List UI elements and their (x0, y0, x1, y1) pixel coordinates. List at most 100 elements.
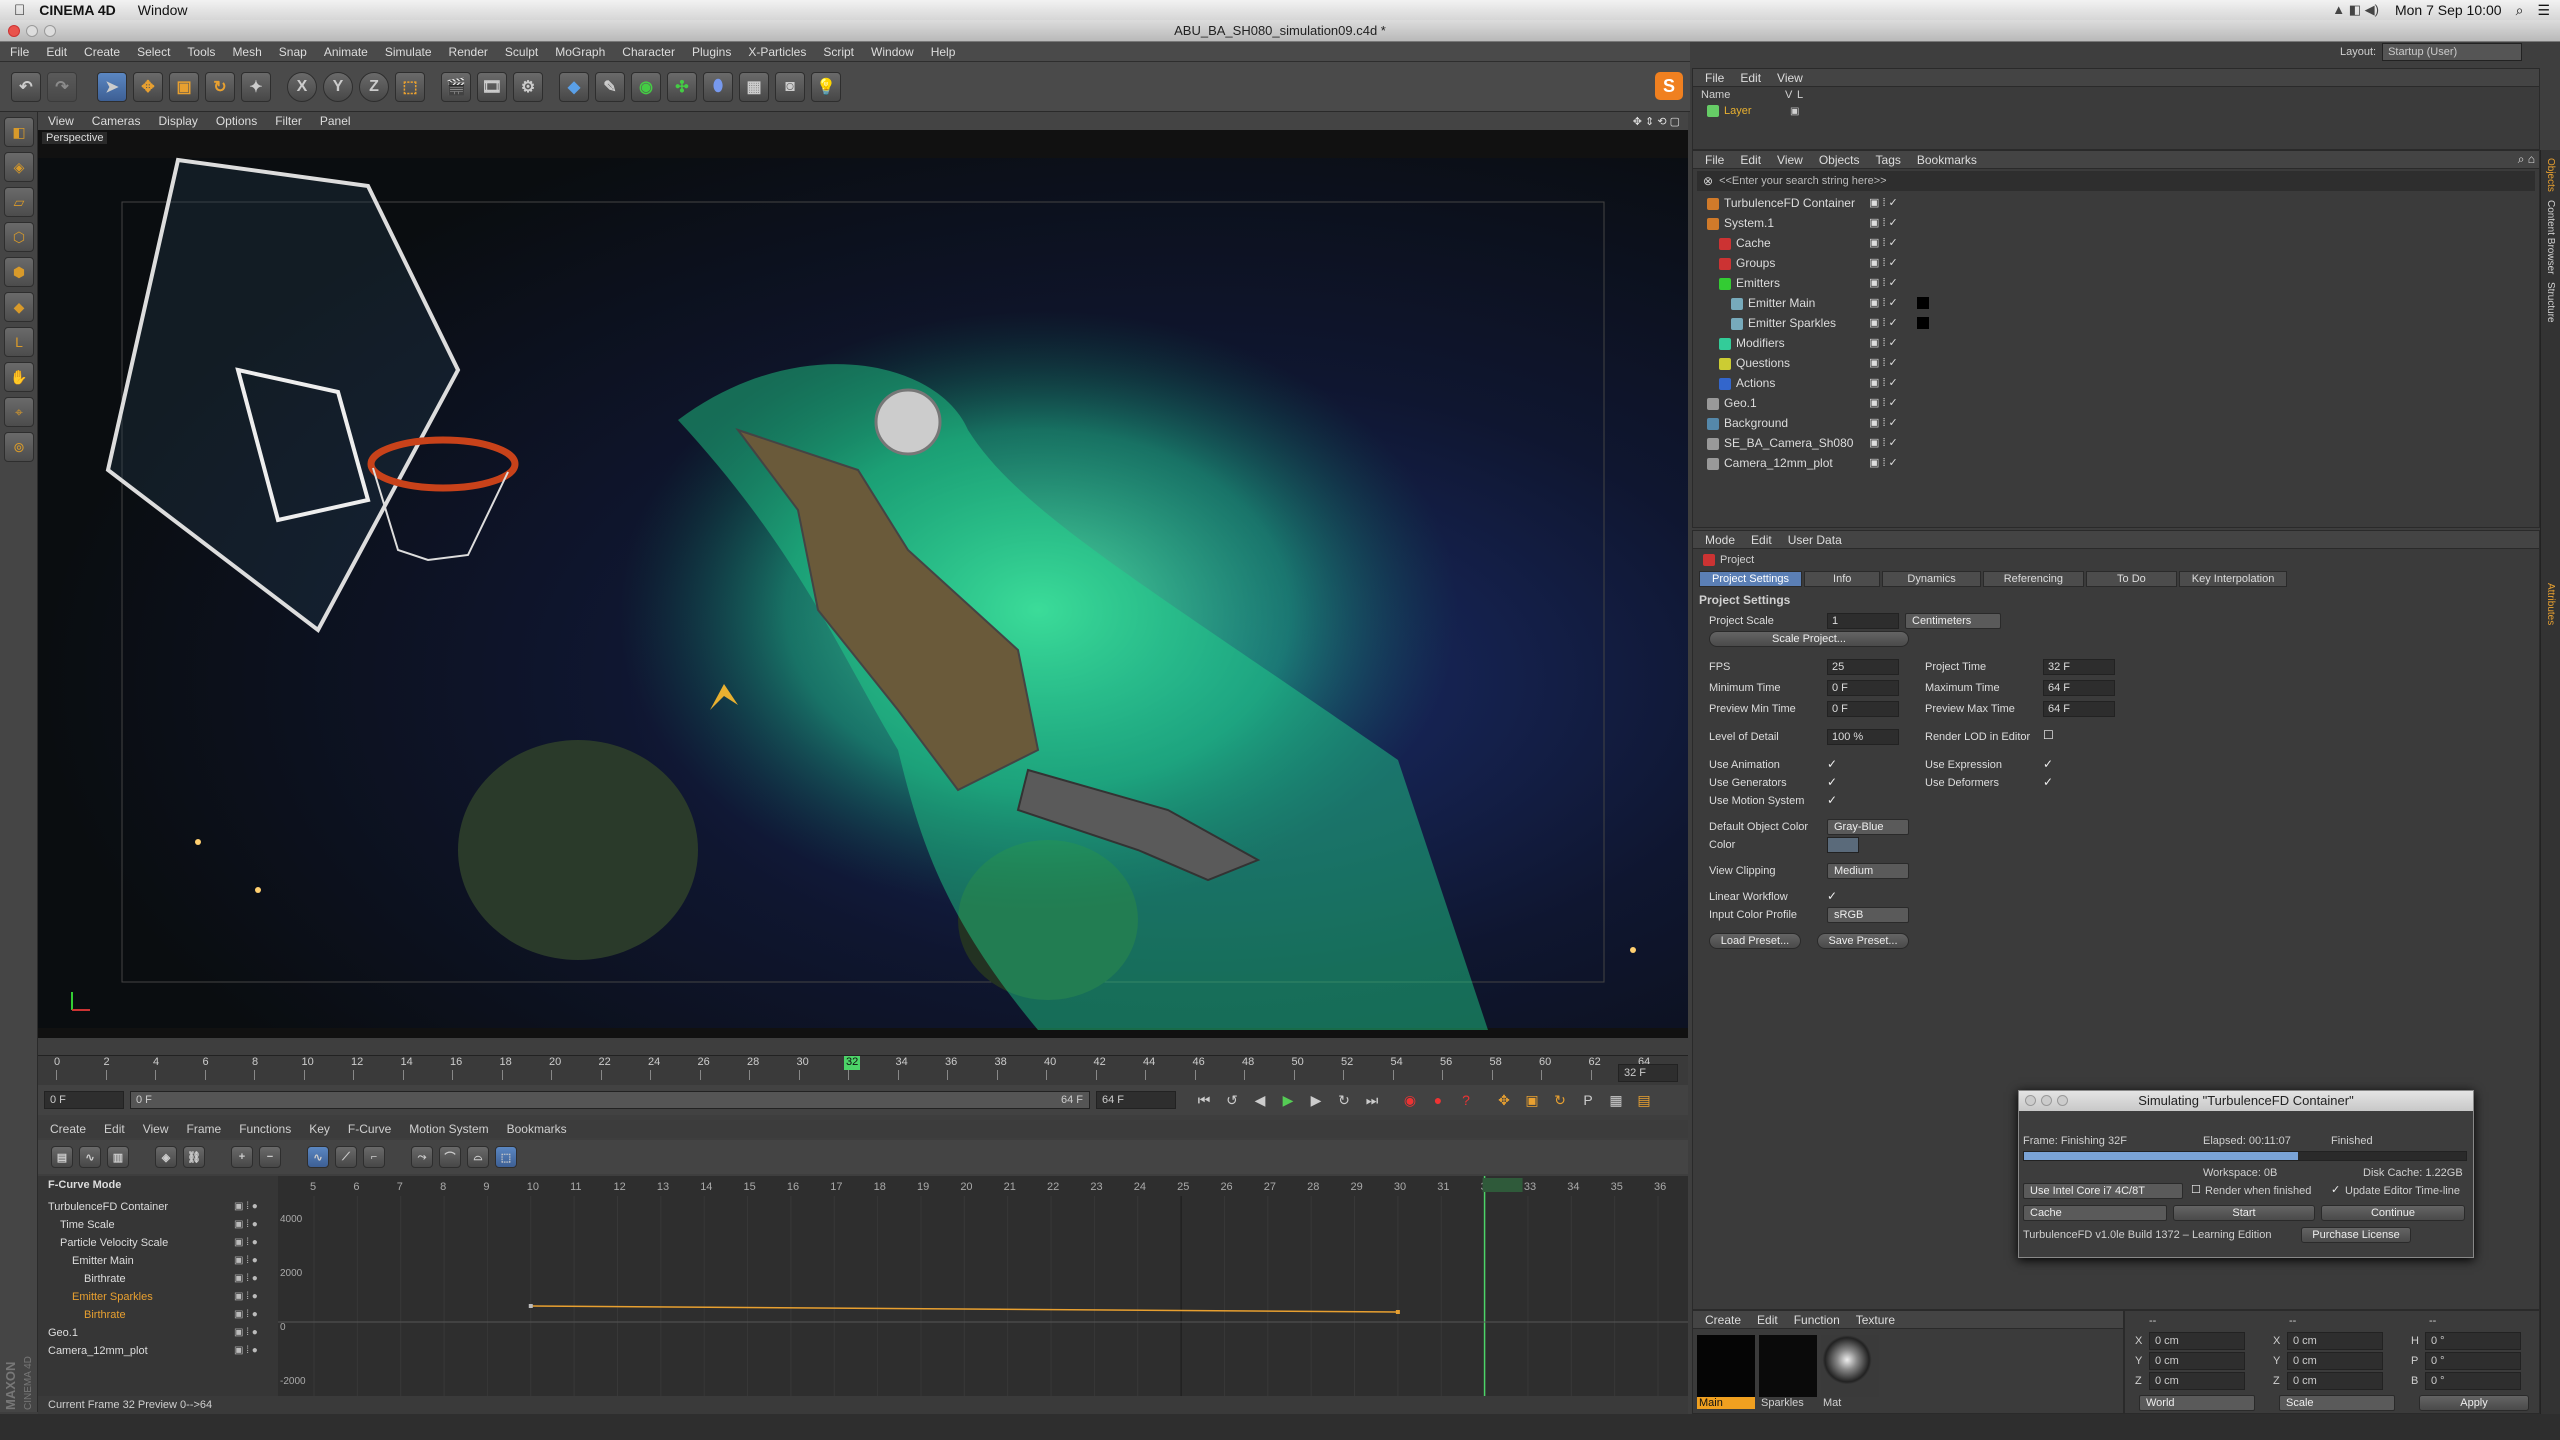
input-profile-dropdown[interactable]: sRGB (1827, 907, 1909, 923)
current-frame-field[interactable]: 32 F (1618, 1064, 1678, 1082)
object-visibility-flags[interactable]: ▣ ⁞ ✓ (1869, 453, 1898, 473)
ease-out-icon[interactable]: ⌓ (467, 1146, 489, 1168)
spotlight-icon[interactable]: ⌕ (2516, 2, 2524, 19)
viewport-menu-item[interactable]: Options (216, 114, 257, 128)
object-row[interactable]: Modifiers ▣ ⁞ ✓ (1699, 333, 2539, 353)
default-color-dropdown[interactable]: Gray-Blue (1827, 819, 1909, 835)
sim-minimize-button[interactable] (2041, 1095, 2052, 1106)
scale-project-button[interactable]: Scale Project... (1709, 631, 1909, 647)
coord-value-field[interactable]: 0 cm (2149, 1332, 2245, 1350)
light-icon[interactable]: 💡 (811, 71, 841, 102)
tab-project-settings[interactable]: Project Settings (1699, 571, 1803, 587)
sim-continue-button[interactable]: Continue (2321, 1205, 2465, 1221)
viewport-menu-item[interactable]: Panel (320, 114, 351, 128)
fcurve-track-flags[interactable]: ▣ ⁞ ● (234, 1324, 258, 1342)
fcurve-track[interactable]: Emitter Main ▣ ⁞ ● (38, 1252, 278, 1270)
layer-menu-item[interactable]: View (1777, 71, 1803, 85)
object-visibility-flags[interactable]: ▣ ⁞ ✓ (1869, 253, 1898, 273)
fcurve-icon[interactable]: ∿ (79, 1146, 101, 1168)
interpolation-icon[interactable]: ▤ (1633, 1089, 1655, 1111)
tab-key-interpolation[interactable]: Key Interpolation (2178, 571, 2288, 587)
viewport-menu-item[interactable]: Filter (275, 114, 302, 128)
menu-item[interactable]: Window (871, 45, 914, 59)
object-row[interactable]: Actions ▣ ⁞ ✓ (1699, 373, 2539, 393)
tangent-icon[interactable]: ⤳ (411, 1146, 433, 1168)
render-lod-checkbox[interactable]: ☐ (2043, 728, 2054, 742)
units-dropdown[interactable]: Centimeters (1905, 613, 2001, 629)
update-timeline-checkbox[interactable]: ✓ (2331, 1183, 2340, 1196)
fcurve-menu-item[interactable]: Functions (239, 1122, 291, 1136)
y-axis-toggle[interactable]: Y (323, 71, 353, 102)
object-row[interactable]: Background ▣ ⁞ ✓ (1699, 413, 2539, 433)
preview-max-field[interactable]: 64 F (2043, 701, 2115, 717)
render-settings-icon[interactable]: ⚙ (513, 71, 543, 102)
timeline-icon[interactable]: ▤ (51, 1146, 73, 1168)
object-search-bar[interactable]: ⊗ <<Enter your search string here>> (1697, 171, 2535, 191)
tab-info[interactable]: Info (1804, 571, 1881, 587)
layer-name[interactable]: Layer (1724, 105, 1790, 117)
coord-value-field[interactable]: 0 cm (2287, 1372, 2383, 1390)
object-row[interactable]: System.1 ▣ ⁞ ✓ (1699, 213, 2539, 233)
sim-start-button[interactable]: Start (2173, 1205, 2315, 1221)
mac-app-name[interactable]: CINEMA 4D (39, 2, 116, 18)
object-visibility-flags[interactable]: ▣ ⁞ ✓ (1869, 233, 1898, 253)
fcurve-track-flags[interactable]: ▣ ⁞ ● (234, 1270, 258, 1288)
minimize-window-button[interactable] (26, 25, 38, 37)
snap-icon[interactable]: ⌖ (4, 397, 34, 427)
object-name[interactable]: Camera_12mm_plot (1724, 456, 1833, 470)
view-clipping-dropdown[interactable]: Medium (1827, 863, 1909, 879)
linear-workflow-checkbox[interactable]: ✓ (1827, 889, 1837, 903)
fcurve-track-flags[interactable]: ▣ ⁞ ● (234, 1306, 258, 1324)
save-preset-button[interactable]: Save Preset... (1817, 933, 1909, 949)
object-search-input[interactable]: <<Enter your search string here>> (1719, 175, 1887, 187)
project-time-field[interactable]: 32 F (2043, 659, 2115, 675)
previous-frame-icon[interactable]: ◀ (1249, 1089, 1271, 1111)
viewport-menu-item[interactable]: Cameras (92, 114, 141, 128)
material-menu-item[interactable]: Edit (1757, 1313, 1778, 1327)
fcurve-menu-item[interactable]: Frame (187, 1122, 222, 1136)
lock-workplane-icon[interactable]: ⊚ (4, 432, 34, 462)
tweak-mode-icon[interactable]: ✋ (4, 362, 34, 392)
mac-menu-window[interactable]: Window (138, 2, 188, 18)
attr-menu-item[interactable]: Mode (1705, 533, 1735, 547)
preview-range-slider[interactable]: 0 F 64 F (130, 1091, 1090, 1109)
fcurve-track[interactable]: Birthrate ▣ ⁞ ● (38, 1306, 278, 1324)
previous-key-icon[interactable]: ↺ (1221, 1089, 1243, 1111)
object-menu-item[interactable]: File (1705, 153, 1724, 167)
object-name[interactable]: Modifiers (1736, 336, 1785, 350)
camera-icon[interactable]: ◙ (775, 71, 805, 102)
material-main[interactable]: Main (1697, 1335, 1755, 1409)
emitter-tag-icon[interactable] (1917, 297, 1929, 309)
coord-scale-dropdown[interactable]: Scale (2279, 1395, 2395, 1411)
object-row[interactable]: Groups ▣ ⁞ ✓ (1699, 253, 2539, 273)
keyframe-selection-icon[interactable]: ? (1455, 1089, 1477, 1111)
autokey-icon[interactable]: ● (1427, 1089, 1449, 1111)
z-axis-toggle[interactable]: Z (359, 71, 389, 102)
menu-item[interactable]: Help (931, 45, 956, 59)
menu-item[interactable]: Plugins (692, 45, 731, 59)
fcurve-track[interactable]: Birthrate ▣ ⁞ ● (38, 1270, 278, 1288)
texture-mode-icon[interactable]: ◈ (4, 152, 34, 182)
object-visibility-flags[interactable]: ▣ ⁞ ✓ (1869, 313, 1898, 333)
key-scale-icon[interactable]: ▣ (1521, 1089, 1543, 1111)
attr-menu-item[interactable]: User Data (1788, 533, 1842, 547)
rotate-tool-icon[interactable]: ↻ (205, 71, 235, 102)
object-name[interactable]: SE_BA_Camera_Sh080 (1724, 436, 1853, 450)
layer-row[interactable]: Layer ▣ (1693, 103, 2539, 119)
render-picture-viewer-icon[interactable]: 🎞 (477, 71, 507, 102)
fcurve-track[interactable]: Emitter Sparkles ▣ ⁞ ● (38, 1288, 278, 1306)
right-tab-objects[interactable]: Objects (2545, 158, 2556, 192)
axis-mode-icon[interactable]: L (4, 327, 34, 357)
object-name[interactable]: Groups (1736, 256, 1775, 270)
coord-world-dropdown[interactable]: World (2139, 1395, 2255, 1411)
menu-item[interactable]: Create (84, 45, 120, 59)
coord-value-field[interactable]: 0 ° (2425, 1372, 2521, 1390)
model-mode-icon[interactable]: ◧ (4, 117, 34, 147)
object-name[interactable]: Emitter Sparkles (1748, 316, 1836, 330)
menu-item[interactable]: Animate (324, 45, 368, 59)
record-icon[interactable]: ◉ (1399, 1089, 1421, 1111)
object-row[interactable]: Emitter Sparkles ▣ ⁞ ✓ (1699, 313, 2539, 333)
key-pla-icon[interactable]: ▦ (1605, 1089, 1627, 1111)
fcurve-track[interactable]: TurbulenceFD Container ▣ ⁞ ● (38, 1198, 278, 1216)
sculpt-layout-icon[interactable]: S (1655, 72, 1683, 100)
